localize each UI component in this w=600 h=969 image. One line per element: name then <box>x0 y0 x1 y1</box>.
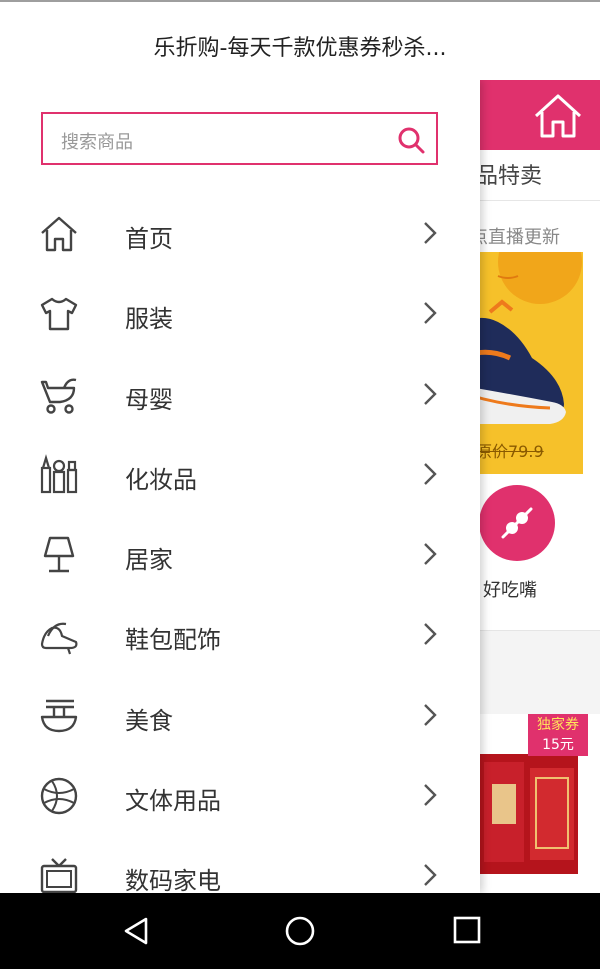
menu-item-label: 鞋包配饰 <box>125 626 221 655</box>
navigation-drawer: 搜索商品 首页 服装 母婴 化妆品 居家 鞋包配饰 美食 文体用品 数码家电 <box>0 80 480 895</box>
tshirt-icon <box>40 298 78 331</box>
menu-item-clothing[interactable]: 服装 <box>0 275 480 355</box>
menu-item-label: 居家 <box>125 546 173 575</box>
snack-category-label: 好吃嘴 <box>483 580 537 601</box>
stroller-icon <box>40 378 77 414</box>
exclusive-coupon-badge: 独家券 15元 <box>528 714 588 756</box>
search-box[interactable]: 搜索商品 <box>41 112 438 165</box>
menu-item-food[interactable]: 美食 <box>0 677 480 757</box>
recents-icon[interactable] <box>452 915 482 945</box>
section-subtitle: 点直播更新 <box>470 227 560 248</box>
menu-item-cosmetics[interactable]: 化妆品 <box>0 436 480 516</box>
system-navigation-bar <box>0 893 600 969</box>
chevron-right-icon <box>424 703 437 726</box>
search-icon[interactable] <box>396 125 426 155</box>
menu-item-home[interactable]: 首页 <box>0 195 480 275</box>
chevron-right-icon <box>424 543 437 566</box>
chevron-right-icon <box>424 784 437 806</box>
back-icon[interactable] <box>120 915 152 947</box>
product-image <box>478 754 578 874</box>
noodles-icon <box>40 699 78 732</box>
app-title-bar: 乐折购-每天千款优惠券秒杀... <box>0 0 600 80</box>
snack-category-button[interactable] <box>479 485 555 561</box>
skewer-icon <box>501 507 533 539</box>
chevron-right-icon <box>424 302 437 325</box>
chevron-right-icon <box>424 864 437 887</box>
menu-item-label: 美食 <box>125 706 173 735</box>
section-title: 品特卖 <box>476 164 543 189</box>
menu-item-baby[interactable]: 母婴 <box>0 356 480 436</box>
basketball-icon <box>40 777 78 815</box>
tv-icon <box>40 858 78 894</box>
chevron-right-icon <box>424 623 437 646</box>
menu-item-label: 数码家电 <box>125 867 221 896</box>
lamp-icon <box>43 536 75 573</box>
search-input[interactable]: 搜索商品 <box>61 128 133 154</box>
menu-item-label: 文体用品 <box>125 787 221 816</box>
badge-title: 独家券 <box>537 717 579 733</box>
menu-item-label: 首页 <box>125 225 173 253</box>
badge-amount: 15元 <box>542 737 574 753</box>
original-price: 原价79.9 <box>476 442 544 461</box>
home-icon[interactable] <box>530 90 586 142</box>
menu-item-sports[interactable]: 文体用品 <box>0 757 480 837</box>
cosmetics-icon <box>40 454 78 493</box>
chevron-right-icon <box>424 463 437 485</box>
home-circle-icon[interactable] <box>284 915 316 947</box>
menu-item-shoes-bags[interactable]: 鞋包配饰 <box>0 596 480 676</box>
app-title: 乐折购-每天千款优惠券秒杀... <box>153 36 447 61</box>
category-menu: 首页 服装 母婴 化妆品 居家 鞋包配饰 美食 文体用品 数码家电 <box>0 195 480 918</box>
home-icon <box>41 216 77 252</box>
menu-item-label: 服装 <box>125 305 173 334</box>
menu-item-label: 母婴 <box>125 385 173 414</box>
chevron-right-icon <box>424 382 437 405</box>
menu-item-home-living[interactable]: 居家 <box>0 516 480 596</box>
chevron-right-icon <box>424 222 437 244</box>
menu-item-label: 化妆品 <box>125 465 197 494</box>
shoe-icon <box>40 623 78 655</box>
